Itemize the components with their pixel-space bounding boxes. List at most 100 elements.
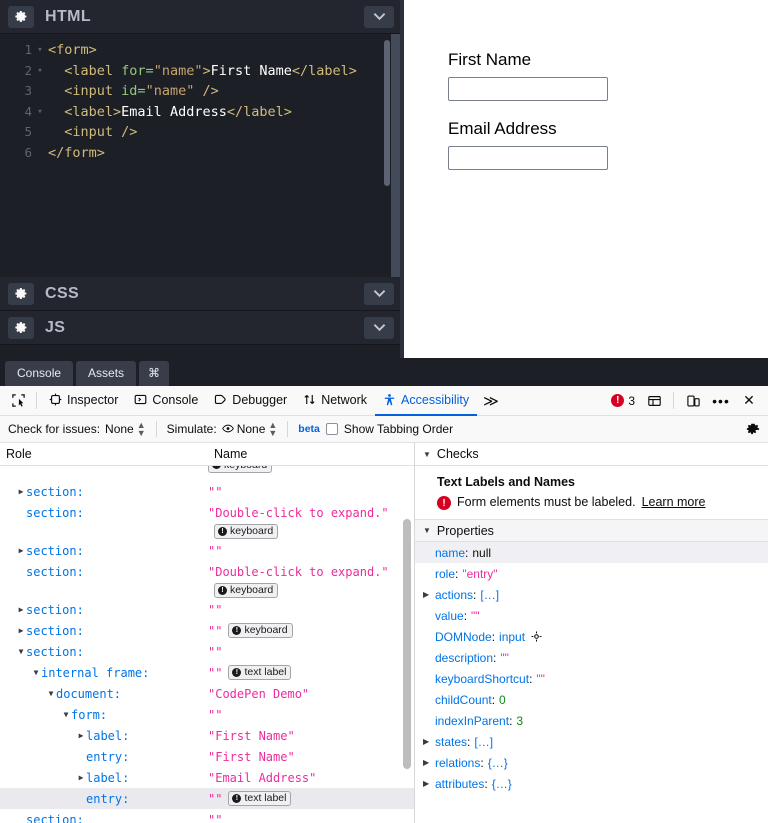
chevron-down-icon[interactable]	[364, 5, 394, 28]
tree-row[interactable]: !keyboard	[0, 466, 414, 476]
chevron-down-icon[interactable]	[364, 282, 394, 305]
gear-icon[interactable]	[8, 282, 34, 305]
expand-twisty-icon[interactable]: ▶	[76, 773, 86, 782]
tree-row[interactable]: ▶ section: ""	[0, 481, 414, 502]
property-row[interactable]: ▶ attributes: {…}	[415, 773, 768, 794]
tree-row[interactable]: ▼ section: ""	[0, 641, 414, 662]
tree-row[interactable]: ▶ label: "First Name"	[0, 725, 414, 746]
tree-row[interactable]: ▼ form: ""	[0, 704, 414, 725]
property-key: actions	[435, 587, 474, 602]
tree-row[interactable]: ▶ label: "Email Address"	[0, 767, 414, 788]
property-twisty[interactable]: ▶	[423, 779, 435, 788]
info-icon: !	[232, 625, 242, 635]
keyboard-badge: !keyboard	[214, 524, 279, 539]
property-row[interactable]: ▶ actions: […]	[415, 584, 768, 605]
tab-console[interactable]: Console	[126, 386, 206, 416]
pen-tab-console[interactable]: Console	[5, 361, 74, 386]
fold-toggle-icon[interactable]: ▾	[34, 102, 46, 123]
collapse-twisty-icon[interactable]: ▼	[423, 450, 431, 459]
collapse-twisty-icon[interactable]: ▼	[31, 668, 41, 677]
simulate-select[interactable]: None ▲ ▼	[221, 421, 277, 438]
tree-row-name: ""	[208, 812, 223, 823]
property-row[interactable]: indexInParent: 3	[415, 710, 768, 731]
tree-row[interactable]: ▶ section: ""	[0, 540, 414, 561]
tab-inspector[interactable]: Inspector	[41, 386, 126, 416]
tree-row[interactable]: ▶ section: ""	[0, 599, 414, 620]
responsive-design-mode-icon[interactable]	[680, 389, 706, 413]
error-count-badge[interactable]: ! 3	[611, 394, 639, 408]
tree-row[interactable]: section: ""	[0, 809, 414, 823]
checks-header[interactable]: ▼ Checks	[415, 443, 768, 466]
css-editor-header[interactable]: CSS	[0, 277, 400, 311]
property-row[interactable]: childCount: 0	[415, 689, 768, 710]
editor-scrollbar-thumb[interactable]	[384, 40, 390, 186]
show-tabbing-order-checkbox[interactable]	[325, 423, 338, 435]
badge-label: text label	[244, 666, 287, 678]
tab-network[interactable]: Network	[295, 386, 375, 416]
gear-icon[interactable]	[8, 316, 34, 339]
element-picker-icon[interactable]	[4, 389, 32, 413]
code-line: 4 ▾ <label>Email Address</label>	[0, 102, 400, 123]
more-options-icon[interactable]: •••	[708, 389, 734, 413]
select-node-icon[interactable]	[531, 631, 542, 642]
tree-row-selected[interactable]: entry: "" ! text label	[0, 788, 414, 809]
js-editor-header[interactable]: JS	[0, 311, 400, 345]
tab-accessibility[interactable]: Accessibility	[375, 386, 478, 416]
email-address-input[interactable]	[448, 146, 608, 170]
collapse-twisty-icon[interactable]: ▼	[423, 526, 431, 535]
property-row[interactable]: DOMNode: input	[415, 626, 768, 647]
property-twisty[interactable]: ▶	[423, 590, 435, 599]
expand-twisty-icon[interactable]: ▶	[16, 605, 26, 614]
property-row[interactable]: ▶ relations: {…}	[415, 752, 768, 773]
html-code-editor[interactable]: 1 ▾ <form> 2 ▾ <label for="name">First N…	[0, 34, 400, 277]
pen-tab-shortcuts[interactable]: ⌘	[139, 361, 170, 386]
property-row[interactable]: role: "entry"	[415, 563, 768, 584]
property-row[interactable]: description: ""	[415, 647, 768, 668]
tab-debugger[interactable]: Debugger	[206, 386, 295, 416]
tabs-overflow-icon[interactable]: ≫	[477, 392, 505, 410]
property-key: value	[435, 608, 464, 623]
collapse-twisty-icon[interactable]: ▼	[46, 689, 56, 698]
tree-scrollbar-thumb[interactable]	[403, 519, 411, 769]
expand-twisty-icon[interactable]: ▶	[16, 626, 26, 635]
collapse-twisty-icon[interactable]: ▼	[61, 710, 71, 719]
close-icon[interactable]: ✕	[736, 389, 762, 413]
tree-row-name: ""	[208, 484, 223, 499]
text-label-badge: ! text label	[228, 791, 292, 806]
code-token: <input />	[64, 124, 138, 140]
property-value: 0	[499, 692, 506, 707]
property-twisty[interactable]: ▶	[423, 758, 435, 767]
property-twisty[interactable]: ▶	[423, 737, 435, 746]
collapse-twisty-icon[interactable]: ▼	[16, 647, 26, 656]
accessibility-tree[interactable]: !keyboard ▶ section: "" section: "Double…	[0, 466, 414, 823]
line-number: 3	[24, 83, 32, 98]
property-row[interactable]: name: null	[415, 542, 768, 563]
expand-twisty-icon[interactable]: ▶	[16, 546, 26, 555]
tree-row[interactable]: ▼ document: "CodePen Demo"	[0, 683, 414, 704]
learn-more-link[interactable]: Learn more	[642, 495, 706, 509]
property-row[interactable]: keyboardShortcut: ""	[415, 668, 768, 689]
chevron-down-icon[interactable]	[364, 316, 394, 339]
expand-twisty-icon[interactable]: ▶	[16, 487, 26, 496]
property-row[interactable]: ▶ states: […]	[415, 731, 768, 752]
tree-row-role: label:	[86, 728, 130, 743]
check-for-issues-select[interactable]: None ▲ ▼	[105, 421, 146, 438]
layout-toggle-icon[interactable]	[641, 389, 667, 413]
property-row[interactable]: value: ""	[415, 605, 768, 626]
fold-toggle-icon[interactable]: ▾	[34, 40, 46, 61]
html-editor-header[interactable]: HTML	[0, 0, 400, 34]
expand-twisty-icon[interactable]: ▶	[76, 731, 86, 740]
pen-tab-assets[interactable]: Assets	[76, 361, 137, 386]
gear-icon[interactable]	[746, 422, 760, 436]
properties-header[interactable]: ▼ Properties	[415, 520, 768, 542]
tree-row[interactable]: section: "Double-click to expand."	[0, 561, 414, 582]
tree-row-role: section:	[26, 505, 84, 520]
first-name-input[interactable]	[448, 77, 608, 101]
fold-toggle-icon[interactable]: ▾	[34, 61, 46, 82]
tree-row[interactable]: ▼ internal frame: "" ! text label	[0, 662, 414, 683]
first-name-label: First Name	[448, 50, 532, 69]
tree-row[interactable]: entry: "First Name"	[0, 746, 414, 767]
tree-row[interactable]: ▶ section: "" ! keyboard	[0, 620, 414, 641]
gear-icon[interactable]	[8, 5, 34, 28]
tree-row[interactable]: section: "Double-click to expand."	[0, 502, 414, 523]
